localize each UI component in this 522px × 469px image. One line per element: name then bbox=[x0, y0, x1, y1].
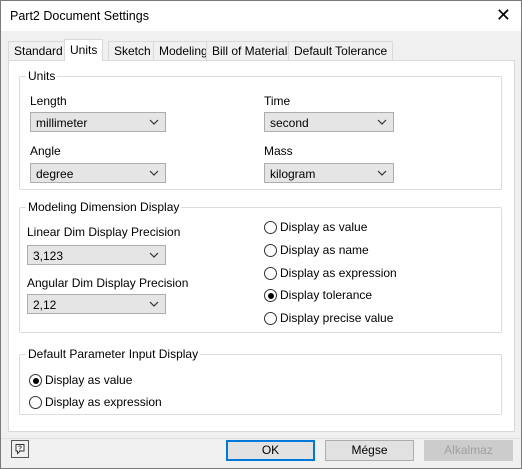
help-glyph: ? bbox=[18, 446, 22, 453]
angle-dropdown[interactable]: degree bbox=[30, 163, 166, 183]
footer-divider bbox=[1, 438, 521, 439]
title-bar: Part2 Document Settings ✕ bbox=[1, 1, 521, 31]
radio-label: Display as value bbox=[280, 220, 368, 234]
units-group: Units Length millimeter Time second Angl… bbox=[19, 69, 502, 190]
default-parameter-input-display-group: Default Parameter Input Display Display … bbox=[19, 347, 502, 415]
angle-label: Angle bbox=[30, 144, 61, 158]
radio-label: Display as name bbox=[280, 243, 369, 257]
close-icon[interactable]: ✕ bbox=[496, 6, 511, 24]
modeling-dimension-display-group: Modeling Dimension Display Linear Dim Di… bbox=[19, 200, 502, 333]
radio-label: Display precise value bbox=[280, 311, 394, 325]
chevron-down-icon bbox=[377, 119, 387, 125]
radio-indicator bbox=[264, 244, 277, 257]
tab-default-tolerance[interactable]: Default Tolerance bbox=[288, 41, 394, 60]
angular-precision-dropdown[interactable]: 2,12 bbox=[27, 294, 166, 314]
chevron-down-icon bbox=[149, 301, 159, 307]
chevron-down-icon bbox=[377, 170, 387, 176]
tab-sketch[interactable]: Sketch bbox=[108, 41, 157, 60]
radio-label: Display as expression bbox=[45, 395, 162, 409]
cancel-button[interactable]: Mégse bbox=[325, 440, 414, 461]
window-title: Part2 Document Settings bbox=[10, 9, 149, 23]
tab-modeling[interactable]: Modeling bbox=[153, 41, 214, 60]
param-group-title: Default Parameter Input Display bbox=[26, 347, 201, 361]
radio-indicator bbox=[264, 221, 277, 234]
linear-precision-value: 3,123 bbox=[33, 249, 64, 263]
time-value: second bbox=[270, 116, 309, 130]
angular-precision-value: 2,12 bbox=[33, 298, 57, 312]
radio-label: Display as value bbox=[45, 373, 133, 387]
chevron-down-icon bbox=[149, 170, 159, 176]
help-icon: ? bbox=[15, 444, 25, 455]
radio-label: Display as expression bbox=[280, 266, 397, 280]
tab-units[interactable]: Units bbox=[64, 39, 104, 61]
units-tab-panel: Units Length millimeter Time second Angl… bbox=[8, 60, 515, 432]
length-dropdown[interactable]: millimeter bbox=[30, 112, 166, 132]
help-button[interactable]: ? bbox=[11, 440, 29, 458]
linear-precision-dropdown[interactable]: 3,123 bbox=[27, 245, 166, 265]
radio-indicator-selected bbox=[29, 374, 42, 387]
angular-precision-label: Angular Dim Display Precision bbox=[27, 276, 189, 290]
radio-indicator bbox=[264, 267, 277, 280]
tab-bill-of-materials[interactable]: Bill of Materials bbox=[206, 41, 300, 60]
radio-indicator-selected bbox=[264, 289, 277, 302]
mass-value: kilogram bbox=[270, 167, 316, 181]
mass-label: Mass bbox=[264, 144, 293, 158]
radio-indicator bbox=[264, 312, 277, 325]
radio-indicator bbox=[29, 396, 42, 409]
angle-value: degree bbox=[36, 167, 74, 181]
units-group-title: Units bbox=[26, 69, 58, 83]
linear-precision-label: Linear Dim Display Precision bbox=[27, 225, 181, 239]
ok-button[interactable]: OK bbox=[226, 440, 315, 461]
modeling-group-title: Modeling Dimension Display bbox=[26, 200, 182, 214]
radio-label: Display tolerance bbox=[280, 288, 373, 302]
time-label: Time bbox=[264, 94, 291, 108]
time-dropdown[interactable]: second bbox=[264, 112, 394, 132]
document-settings-dialog: Part2 Document Settings ✕ Standard Units… bbox=[0, 0, 522, 469]
length-label: Length bbox=[30, 94, 67, 108]
length-value: millimeter bbox=[36, 116, 88, 130]
chevron-down-icon bbox=[149, 252, 159, 258]
mass-dropdown[interactable]: kilogram bbox=[264, 163, 394, 183]
apply-button[interactable]: Alkalmaz bbox=[424, 440, 513, 461]
tab-standard[interactable]: Standard bbox=[8, 41, 69, 60]
chevron-down-icon bbox=[149, 119, 159, 125]
